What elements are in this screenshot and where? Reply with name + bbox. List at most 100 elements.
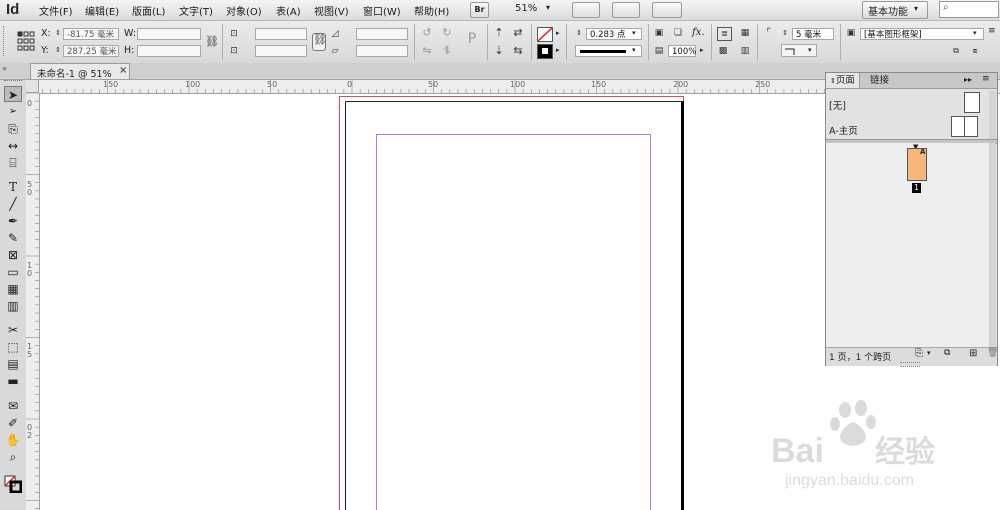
collapse-panels-icon[interactable]: » <box>2 64 7 73</box>
panel-resize-grip[interactable] <box>900 362 920 367</box>
masters-scrollbar[interactable] <box>989 91 996 141</box>
page-size-icon[interactable]: ⎘ <box>915 348 923 359</box>
menu-help[interactable]: 帮助(H) <box>414 3 449 18</box>
new-style-icon[interactable]: ⧈ <box>968 45 982 57</box>
y-stepper-icon[interactable]: ⇕ <box>54 44 62 56</box>
stroke-swatch[interactable] <box>537 44 553 59</box>
corner-options-icon[interactable]: ⌜ <box>763 27 775 39</box>
panel-menu-icon[interactable]: ≡ <box>982 74 990 84</box>
x-position-field[interactable]: -81.75 毫米 <box>63 28 119 40</box>
chevron-down-icon[interactable]: ▾ <box>973 29 977 37</box>
x-stepper-icon[interactable]: ⇕ <box>54 27 62 39</box>
menu-table[interactable]: 表(A) <box>276 3 301 18</box>
fill-dropdown-icon[interactable]: ▸ <box>556 29 560 37</box>
menu-window[interactable]: 窗口(W) <box>363 3 401 18</box>
collapse-panel-icon[interactable]: ▸▸ <box>964 75 972 84</box>
selection-tool-icon[interactable]: ➤ <box>4 86 22 102</box>
y-position-field[interactable]: 287.25 毫米 <box>63 45 119 57</box>
menu-view[interactable]: 视图(V) <box>314 3 349 18</box>
new-page-icon[interactable]: ⊞ <box>969 348 977 359</box>
rectangle-frame-tool-icon[interactable]: ⊠ <box>4 247 22 263</box>
zoom-level[interactable]: 51% <box>515 3 537 14</box>
menu-type[interactable]: 文字(T) <box>179 3 213 18</box>
corner-size-stepper-icon[interactable]: ⇕ <box>781 27 789 39</box>
zoom-dropdown-icon[interactable]: ▾ <box>546 3 550 12</box>
toolbox-grip[interactable] <box>4 80 22 84</box>
gap-tool-icon[interactable]: ↔ <box>4 138 22 154</box>
text-wrap-none-icon[interactable]: ≣ <box>717 27 732 41</box>
scale-y-field[interactable] <box>255 45 307 57</box>
arrange-documents-button[interactable] <box>652 2 682 18</box>
eyedropper-tool-icon[interactable]: ✐ <box>4 415 22 431</box>
ruler-origin[interactable] <box>26 80 39 93</box>
stroke-weight-stepper-icon[interactable]: ⇕ <box>575 27 583 39</box>
tab-pages[interactable]: ⇕页面 <box>826 73 860 88</box>
effects-icon[interactable]: fx. <box>692 27 705 38</box>
text-wrap-shape-icon[interactable]: ▩ <box>717 45 729 57</box>
tab-links[interactable]: 链接 <box>866 73 893 88</box>
screen-mode-button[interactable] <box>572 2 600 18</box>
master-none-label[interactable]: [无] <box>829 98 846 112</box>
gradient-swatch-tool-icon[interactable]: ▤ <box>4 356 22 372</box>
height-field[interactable] <box>137 45 201 57</box>
fill-swatch[interactable] <box>537 27 553 42</box>
shear-angle-field[interactable] <box>356 45 408 57</box>
rectangle-tool-icon[interactable]: ▭ <box>4 264 22 280</box>
flip-horizontal-icon[interactable]: ⇋ <box>421 45 433 57</box>
drop-shadow-icon[interactable]: ▣ <box>653 27 665 39</box>
hand-tool-icon[interactable]: ✋ <box>4 432 22 448</box>
type-tool-icon[interactable]: T <box>4 179 22 195</box>
gradient-feather-tool-icon[interactable]: ▬ <box>4 373 22 389</box>
control-panel-menu-icon[interactable]: ≡ <box>988 26 996 36</box>
bridge-button[interactable]: Br <box>470 2 489 18</box>
corner-size-field[interactable]: 5 毫米 <box>792 28 834 40</box>
page-1-thumbnail[interactable]: A <box>907 148 927 181</box>
pen-tool-icon[interactable]: ✒ <box>4 213 22 229</box>
menu-file[interactable]: 文件(F) <box>39 3 73 18</box>
document-tab[interactable]: 未命名-1 @ 51% × <box>30 63 130 80</box>
master-a-right-thumbnail[interactable] <box>964 116 978 137</box>
chevron-down-icon[interactable]: ▾ <box>927 349 931 357</box>
opacity-field[interactable]: 100% <box>668 45 696 57</box>
master-a-left-thumbnail[interactable] <box>951 116 965 137</box>
direct-selection-tool-icon[interactable]: ➢ <box>4 104 22 120</box>
text-wrap-jump-icon[interactable]: ▥ <box>739 45 751 57</box>
create-page-icon[interactable]: ⧉ <box>944 348 950 358</box>
note-tool-icon[interactable]: ✉ <box>4 398 22 414</box>
select-previous-icon[interactable]: ⇄ <box>512 27 524 39</box>
pages-scrollbar[interactable] <box>989 143 996 348</box>
rotate-cw-icon[interactable]: ↻ <box>441 27 453 39</box>
flip-vertical-icon[interactable]: ⥮ <box>441 45 453 57</box>
vertical-ruler[interactable]: 0 5 0 1 0 1 5 0 2 <box>26 93 40 510</box>
constrain-proportions-icon[interactable]: ⛓ <box>205 36 219 48</box>
menu-layout[interactable]: 版面(L) <box>132 3 165 18</box>
reference-point-icon[interactable] <box>17 30 35 52</box>
chevron-down-icon[interactable]: ▾ <box>808 46 812 54</box>
shadow-effect-icon[interactable]: ❏ <box>672 27 684 39</box>
content-collector-icon[interactable]: ⌸ <box>4 155 22 171</box>
close-icon[interactable]: × <box>119 65 127 76</box>
select-content-icon[interactable]: ⇣ <box>493 45 505 57</box>
fill-stroke-swatches-icon[interactable] <box>4 475 23 494</box>
text-wrap-bbox-icon[interactable]: ▦ <box>739 27 751 39</box>
object-style-select[interactable]: [基本图形框架] <box>860 28 984 40</box>
chevron-down-icon[interactable]: ▾ <box>632 29 636 37</box>
select-container-icon[interactable]: ⇡ <box>493 27 505 39</box>
master-a-label[interactable]: A-主页 <box>829 123 858 137</box>
free-transform-tool-icon[interactable]: ⬚ <box>4 339 22 355</box>
stroke-dropdown-icon[interactable]: ▸ <box>556 46 560 54</box>
width-field[interactable] <box>137 28 201 40</box>
horizontal-grid-tool-icon[interactable]: ▦ <box>4 281 22 297</box>
scale-x-field[interactable] <box>255 28 307 40</box>
page-tool-icon[interactable]: ⎘ <box>4 121 22 137</box>
opacity-dropdown-icon[interactable]: ▸ <box>700 46 704 54</box>
view-options-button[interactable] <box>612 2 640 18</box>
constrain-scale-icon[interactable]: ⛓ <box>312 33 327 51</box>
delete-page-icon[interactable]: 🗑 <box>987 348 998 358</box>
rotate-angle-field[interactable] <box>356 28 408 40</box>
pencil-tool-icon[interactable]: ✎ <box>4 230 22 246</box>
select-next-icon[interactable]: ⇆ <box>512 45 524 57</box>
zoom-tool-icon[interactable]: ⌕ <box>4 449 22 465</box>
menu-edit[interactable]: 编辑(E) <box>85 3 119 18</box>
rotate-ccw-icon[interactable]: ↺ <box>421 27 433 39</box>
